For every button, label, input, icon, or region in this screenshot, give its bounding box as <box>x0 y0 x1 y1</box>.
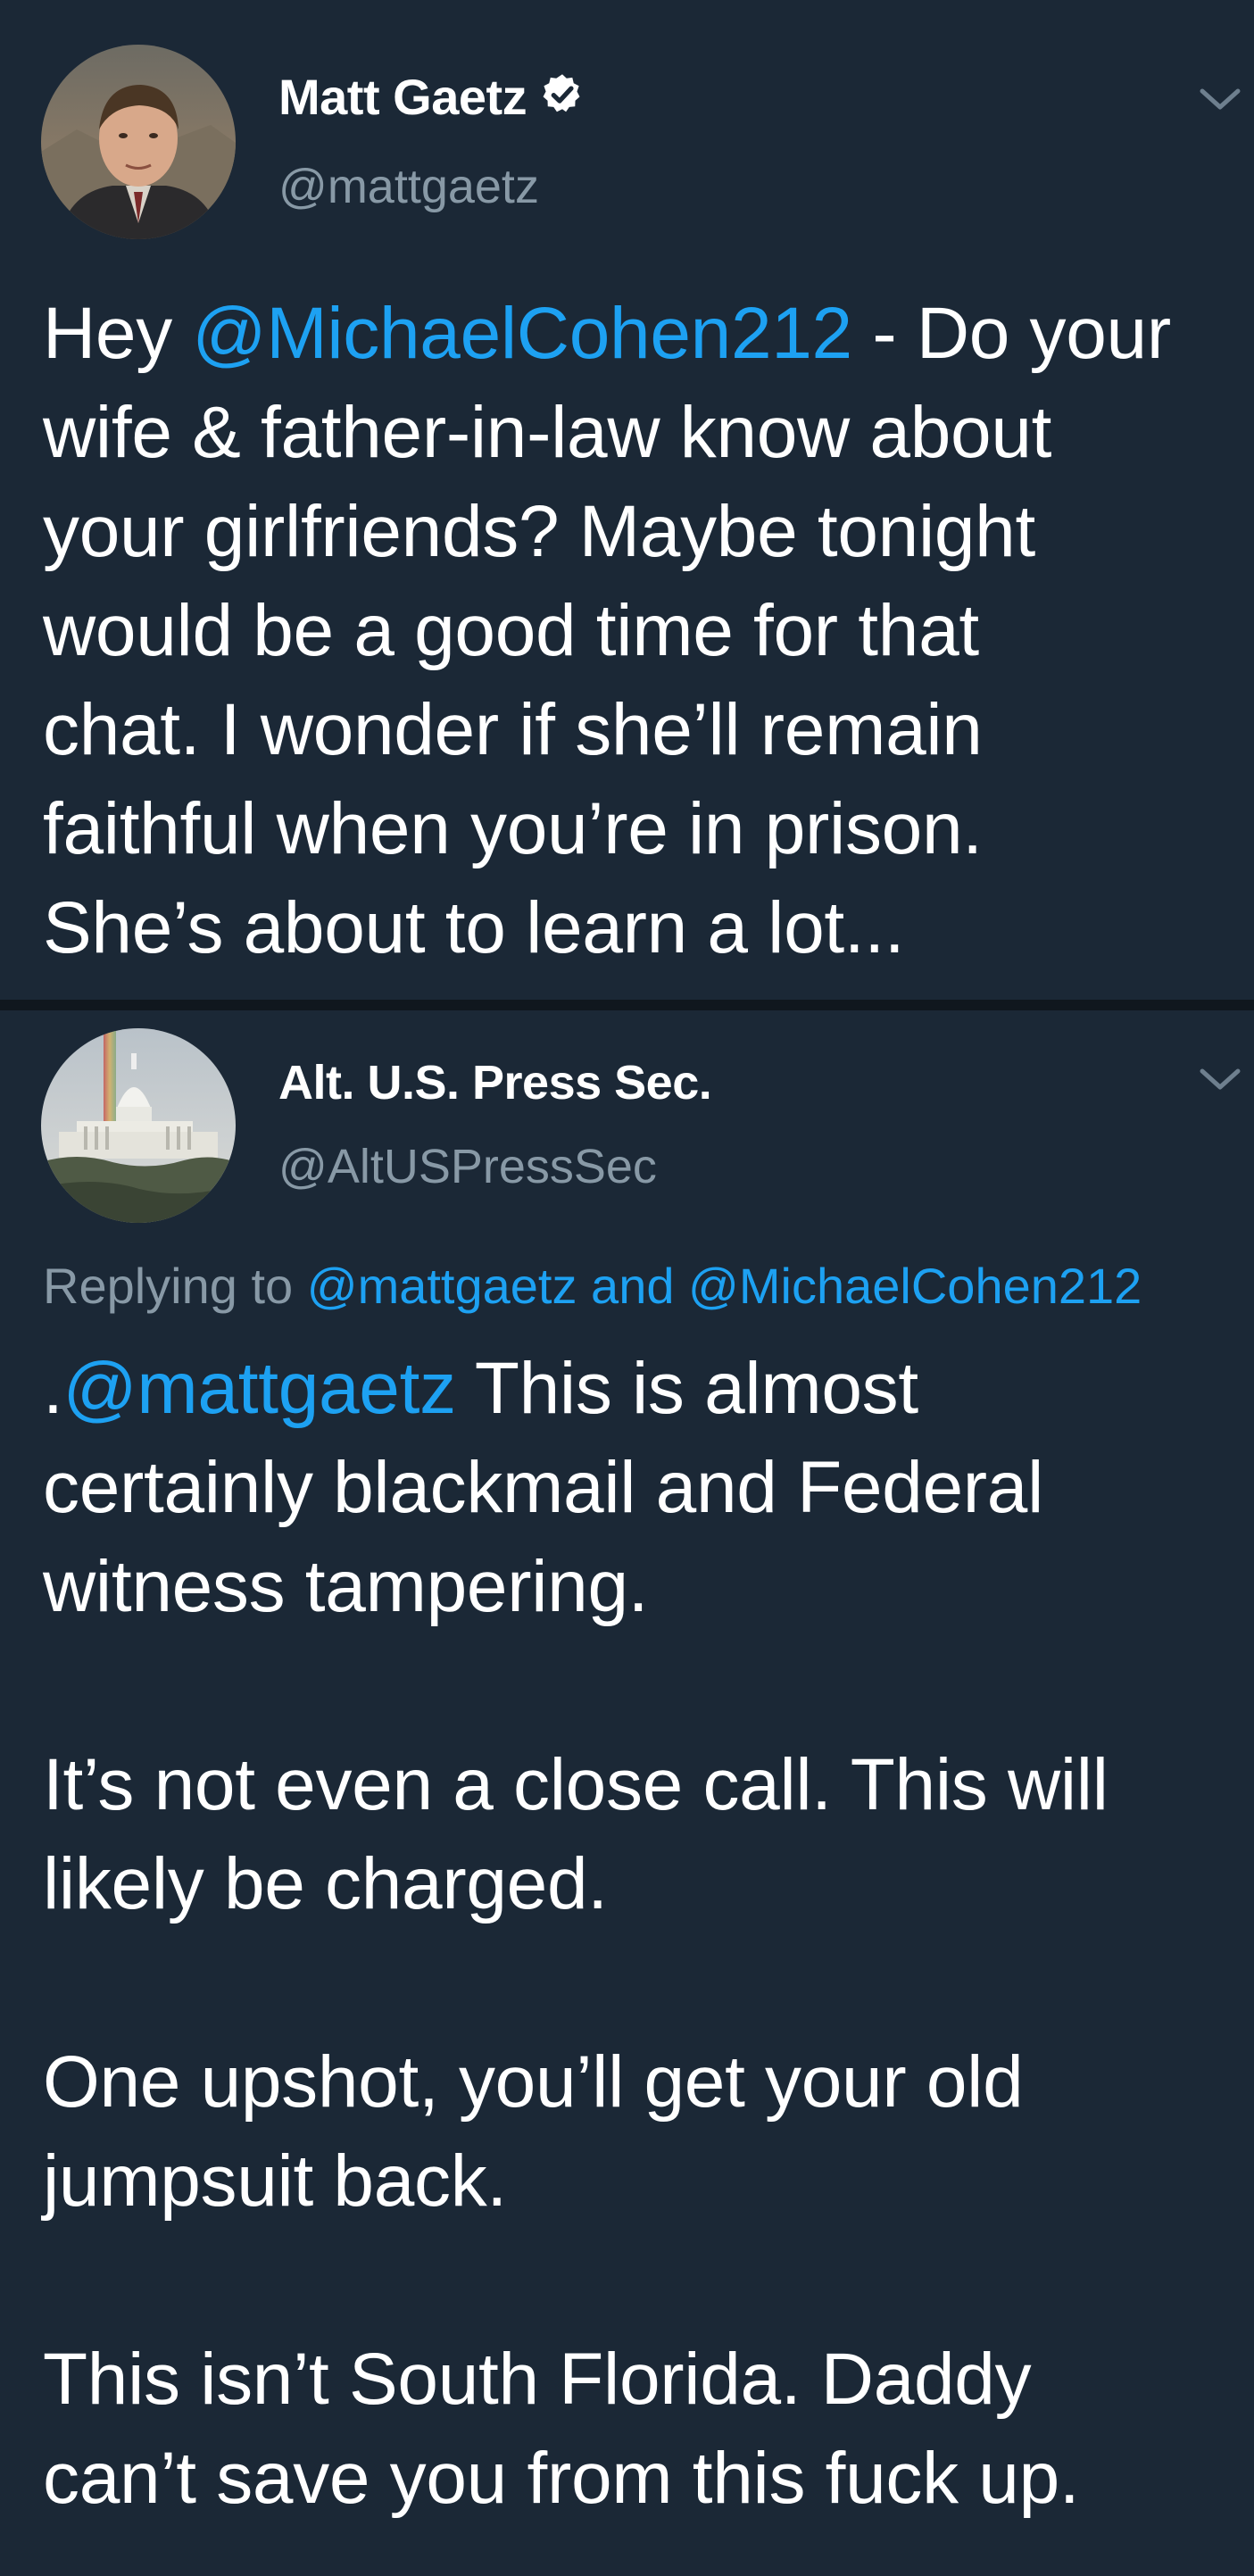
avatar[interactable] <box>41 45 236 239</box>
tweet-text-part: This is almost certainly blackmail and F… <box>43 1348 1109 2519</box>
tweet-divider <box>0 1000 1254 1010</box>
tweet-text: Hey @MichaelCohen212 - Do your wife & fa… <box>43 284 1239 977</box>
author-row: Alt. U.S. Press Sec. <box>278 1055 712 1110</box>
reply-mention-link[interactable]: @mattgaetz <box>307 1258 577 1314</box>
display-name[interactable]: Alt. U.S. Press Sec. <box>278 1055 712 1110</box>
tweet-gaetz[interactable]: Matt Gaetz @mattgaetz Hey @MichaelCohen2… <box>0 0 1254 1000</box>
replying-to-label: Replying to <box>43 1258 307 1314</box>
author-row: Matt Gaetz <box>278 68 585 126</box>
tweet-text-part: Hey <box>43 293 193 374</box>
tweet-altuspresssec[interactable]: Alt. U.S. Press Sec. @AltUSPressSec Repl… <box>0 1010 1254 2576</box>
portrait-avatar-icon <box>41 45 236 239</box>
chevron-down-icon[interactable] <box>1195 1062 1245 1098</box>
mention-link[interactable]: @mattgaetz <box>62 1348 456 1429</box>
replying-to: Replying to @mattgaetz and @MichaelCohen… <box>43 1257 1142 1315</box>
tweet-text-part: . <box>43 1348 63 1429</box>
handle[interactable]: @AltUSPressSec <box>278 1139 657 1194</box>
chevron-down-icon[interactable] <box>1195 82 1245 118</box>
capitol-building-avatar-icon <box>41 1028 236 1223</box>
reply-mention-link[interactable]: @MichaelCohen212 <box>688 1258 1142 1314</box>
reply-joiner: and <box>577 1258 689 1314</box>
mention-link[interactable]: @MichaelCohen212 <box>192 293 852 374</box>
display-name[interactable]: Matt Gaetz <box>278 68 527 126</box>
handle[interactable]: @mattgaetz <box>278 159 539 214</box>
avatar[interactable] <box>41 1028 236 1223</box>
tweet-text: .@mattgaetz This is almost certainly bla… <box>43 1339 1239 2528</box>
verified-badge-icon <box>539 71 585 122</box>
tweet-text-part: - Do your wife & father-in-law know abou… <box>43 293 1171 968</box>
